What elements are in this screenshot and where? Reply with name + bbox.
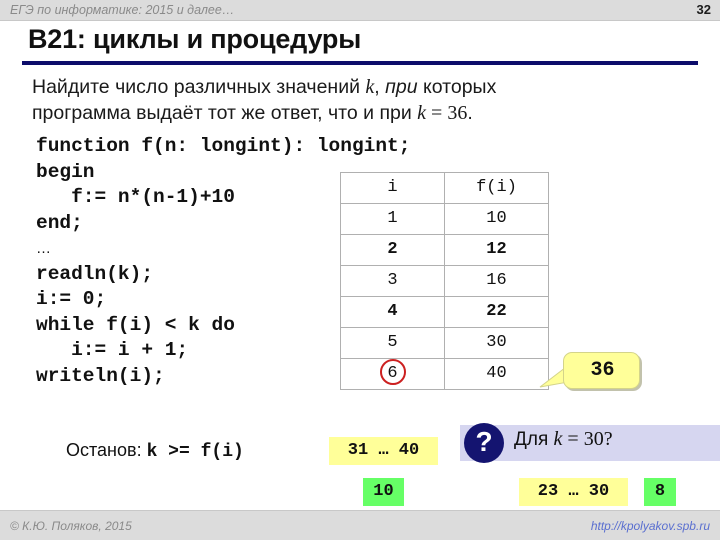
footer-copyright: © К.Ю. Поляков, 2015 [10, 519, 132, 533]
question-variable-k-1: k [365, 76, 375, 98]
cell-i: 4 [340, 296, 445, 328]
ask-prefix: Для [514, 429, 554, 450]
table-row: 2 12 [340, 234, 549, 266]
table-row: 4 22 [340, 296, 549, 328]
table-row-highlighted: 6 40 [340, 358, 549, 390]
table-row: 3 16 [340, 265, 549, 297]
slide-canvas: ЕГЭ по информатике: 2015 и далее… 32 B21… [0, 0, 720, 540]
question-line2-part1: программа выдаёт тот же ответ, что и при [32, 102, 418, 124]
question-line1-comma: , [374, 76, 386, 98]
cell-fi: 30 [444, 327, 549, 359]
table-row: 1 10 [340, 203, 549, 235]
stop-expression: k >= f(i) [146, 442, 244, 462]
range-box-2: 23 … 30 [519, 478, 628, 506]
table-header-i: i [340, 172, 445, 204]
ask-text: Для k = 30? [514, 428, 613, 451]
question-line1-italic: при [385, 76, 418, 98]
cell-fi: 16 [444, 265, 549, 297]
cell-i: 3 [340, 265, 445, 297]
question-line1-part1: Найдите число различных значений [32, 76, 366, 98]
table-header-fi: f(i) [444, 172, 549, 204]
stop-label: Останов: [66, 440, 147, 460]
table-row: 5 30 [340, 327, 549, 359]
question-line2-period: . [467, 102, 473, 124]
footer-url[interactable]: http://kpolyakov.spb.ru [591, 519, 710, 533]
stop-condition-line: Останов: k >= f(i) [66, 440, 244, 462]
question-text: Найдите число различных значений k, при … [32, 74, 632, 126]
range-box-1: 31 … 40 [329, 437, 438, 465]
code-tail: readln(k); i:= 0; while f(i) < k do i:= … [36, 262, 235, 387]
cell-i-circled: 6 [340, 358, 445, 390]
cell-i: 1 [340, 203, 445, 235]
answer-box-2: 8 [644, 478, 676, 506]
title-underline [22, 61, 698, 65]
footer-bar: © К.Ю. Поляков, 2015 http://kpolyakov.sp… [0, 510, 720, 540]
ask-value: = 30? [562, 428, 613, 450]
top-bar: ЕГЭ по информатике: 2015 и далее… 32 [0, 0, 720, 21]
values-table: i f(i) 1 10 2 12 3 16 4 22 5 30 6 40 [340, 172, 549, 390]
callout-value: 36 [590, 359, 615, 382]
cell-fi: 10 [444, 203, 549, 235]
question-mark-icon: ? [464, 423, 504, 463]
cell-fi: 12 [444, 234, 549, 266]
cell-i: 5 [340, 327, 445, 359]
question-line1-part3: которых [417, 76, 497, 98]
table-header-row: i f(i) [340, 172, 549, 204]
page-title: B21: циклы и процедуры [28, 24, 362, 54]
page-number: 32 [696, 2, 711, 17]
question-variable-k-2: k [417, 102, 427, 124]
cell-i: 2 [340, 234, 445, 266]
code-ellipsis: … [36, 240, 51, 257]
cell-fi: 40 [444, 358, 549, 390]
cell-fi: 22 [444, 296, 549, 328]
question-k-value: = 36 [426, 102, 468, 124]
top-bar-title: ЕГЭ по информатике: 2015 и далее… [10, 3, 235, 17]
answer-box-1: 10 [363, 478, 404, 506]
red-circle-marker: 6 [379, 359, 406, 385]
callout-bubble: 36 [563, 352, 640, 389]
